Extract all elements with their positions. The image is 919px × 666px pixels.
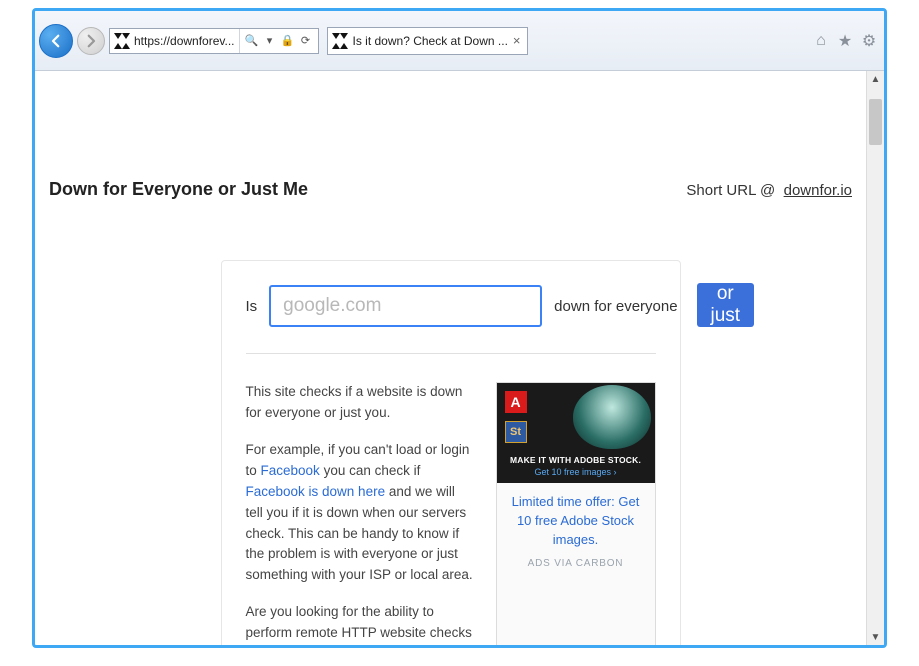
address-bar[interactable]: https://downforev... 🔍 ▾ 🔒 ⟳ <box>109 28 319 54</box>
adobe-logo-icon: A <box>505 391 527 413</box>
description-text: This site checks if a website is down fo… <box>246 382 474 645</box>
check-card: Is down for everyone or just me ? This s… <box>221 260 681 645</box>
ad-attribution[interactable]: ADS VIA CARBON <box>497 558 655 569</box>
tab-close-icon[interactable]: × <box>513 33 521 48</box>
favorites-star-icon[interactable]: ★ <box>836 32 854 50</box>
scroll-up-icon[interactable]: ▲ <box>867 71 884 87</box>
page-title: Down for Everyone or Just Me <box>49 179 308 200</box>
tab-favicon-icon <box>332 33 348 49</box>
refresh-icon[interactable]: ⟳ <box>298 33 314 49</box>
facebook-link[interactable]: Facebook <box>261 463 320 478</box>
lock-icon: 🔒 <box>280 33 296 49</box>
scroll-down-icon[interactable]: ▼ <box>867 629 884 645</box>
site-favicon-icon <box>113 32 131 50</box>
ad-headline1: MAKE IT WITH ADOBE STOCK. <box>510 455 641 465</box>
desc-p3: Are you looking for the ability to perfo… <box>246 602 474 645</box>
short-url-section: Short URL @ downfor.io <box>686 182 852 199</box>
dropdown-icon[interactable]: ▾ <box>262 33 278 49</box>
nav-back-button[interactable] <box>39 24 73 58</box>
ad-illustration <box>573 385 651 449</box>
gear-icon[interactable]: ⚙ <box>860 32 878 50</box>
domain-input[interactable] <box>269 285 542 327</box>
ad-caption[interactable]: Limited time offer: Get 10 free Adobe St… <box>497 483 655 558</box>
short-url-link[interactable]: downfor.io <box>784 182 852 199</box>
tab-title: Is it down? Check at Down ... <box>353 34 508 48</box>
adobe-stock-icon: St <box>505 421 527 443</box>
browser-chrome: https://downforev... 🔍 ▾ 🔒 ⟳ Is it down?… <box>35 11 884 71</box>
query-prefix: Is <box>246 298 258 315</box>
desc-p2: For example, if you can't load or login … <box>246 440 474 586</box>
ad-image: A St MAKE IT WITH ADOBE STOCK. Get 10 fr… <box>497 383 655 483</box>
short-url-label: Short URL @ <box>686 182 775 199</box>
query-suffix: down for everyone <box>554 298 677 315</box>
check-button[interactable]: or just me ? <box>697 283 755 327</box>
carbon-ad[interactable]: A St MAKE IT WITH ADOBE STOCK. Get 10 fr… <box>496 382 656 645</box>
nav-forward-button[interactable] <box>77 27 105 55</box>
facebook-down-link[interactable]: Facebook is down here <box>246 484 386 499</box>
search-icon[interactable]: 🔍 <box>244 33 260 49</box>
browser-tab[interactable]: Is it down? Check at Down ... × <box>327 27 528 55</box>
scrollbar-thumb[interactable] <box>869 99 882 145</box>
ad-headline2: Get 10 free images › <box>534 467 616 477</box>
divider <box>246 353 656 354</box>
desc-p1: This site checks if a website is down fo… <box>246 382 474 424</box>
scrollbar[interactable]: ▲ ▼ <box>866 71 884 645</box>
address-url: https://downforev... <box>134 34 239 48</box>
home-icon[interactable]: ⌂ <box>812 32 830 50</box>
